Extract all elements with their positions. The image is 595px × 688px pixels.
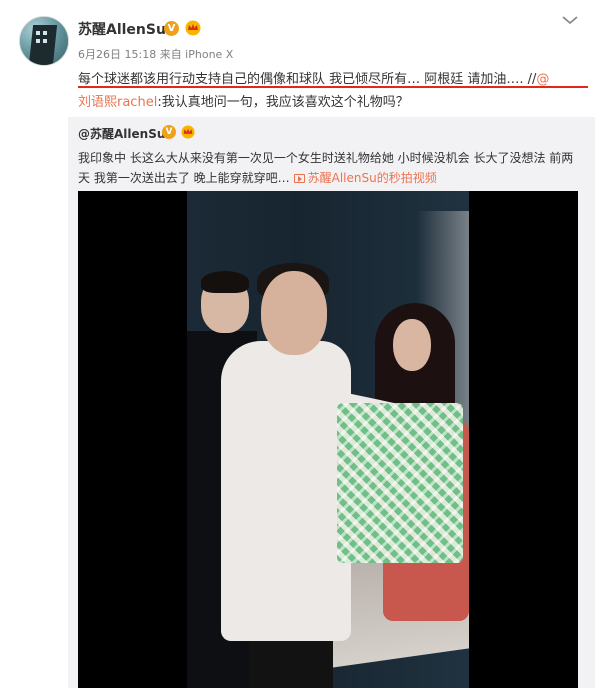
- repost-text-line1: 我印象中 长这么大从来没有第一次见一个女生时送礼物给她 小时候没机会 长大了没想…: [78, 151, 574, 165]
- video-person-center-head: [261, 271, 327, 355]
- post-username[interactable]: 苏醒AllenSu: [78, 19, 166, 39]
- red-underline: [78, 86, 588, 88]
- post-text-rest: :我认真地问一句，我应该喜欢这个礼物吗？: [157, 95, 409, 110]
- video-person-right-face: [393, 319, 431, 371]
- video-link[interactable]: 苏醒AllenSu的秒拍视频: [308, 171, 437, 185]
- repost-username[interactable]: @苏醒AllenSu: [78, 125, 165, 142]
- avatar-window: [43, 39, 47, 43]
- post-meta: 6月26日 15:18 来自 iPhone X: [78, 48, 234, 61]
- post-text-line2: 刘语熙rachel:我认真地问一句，我应该喜欢这个礼物吗？: [78, 91, 409, 110]
- video-player[interactable]: [78, 191, 578, 688]
- weibo-post: 苏醒AllenSu V 6月26日 15:18 来自 iPhone X 每个球迷…: [0, 0, 595, 688]
- avatar-window: [36, 39, 40, 43]
- repost-text-line2: 天 我第一次送出去了 晚上能穿就穿吧… 苏醒AllenSu的秒拍视频: [78, 169, 437, 186]
- video-frame: [187, 191, 469, 688]
- mention-link[interactable]: 刘语熙rachel: [78, 95, 157, 110]
- post-text-body: 每个球迷都该用行动支持自己的偶像和球队 我已倾尽所有… 阿根廷 请加油…. //: [78, 72, 537, 87]
- chevron-down-icon[interactable]: [561, 13, 579, 27]
- crown-icon: [185, 20, 201, 36]
- video-gift-bag: [337, 403, 463, 563]
- repost-verified-badge: V: [162, 125, 176, 139]
- avatar-window: [36, 31, 40, 35]
- repost-card: @苏醒AllenSu V 我印象中 长这么大从来没有第一次见一个女生时送礼物给她…: [68, 117, 595, 688]
- post-text-line1: 每个球迷都该用行动支持自己的偶像和球队 我已倾尽所有… 阿根廷 请加油…. //…: [78, 68, 549, 87]
- verified-badge: V: [164, 21, 179, 36]
- video-person-left-hair: [201, 271, 249, 293]
- post-text-at-link[interactable]: @: [536, 72, 549, 87]
- repost-text-body: 天 我第一次送出去了 晚上能穿就穿吧…: [78, 171, 290, 185]
- video-person-center-body: [221, 341, 351, 641]
- avatar-window: [43, 31, 47, 35]
- avatar[interactable]: [19, 16, 69, 66]
- crown-icon: [181, 125, 195, 139]
- video-icon: [293, 174, 305, 183]
